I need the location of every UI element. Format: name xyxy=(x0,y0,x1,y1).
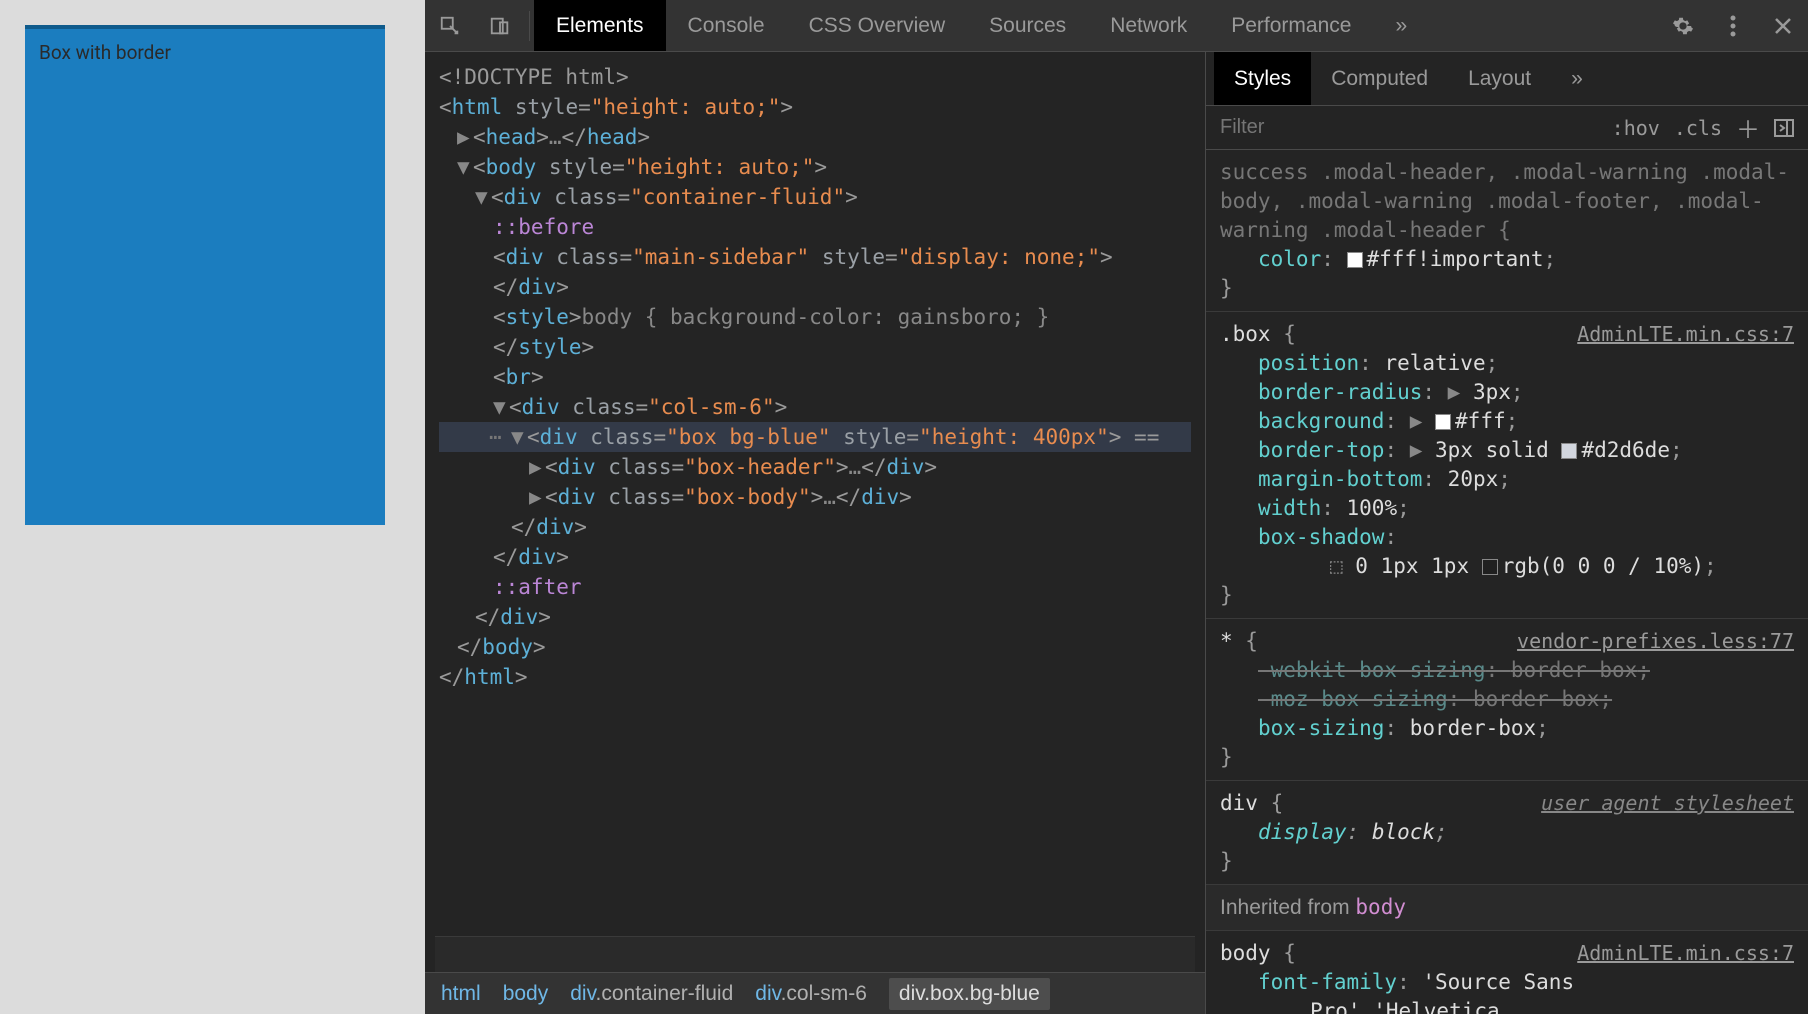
crumb-body[interactable]: body xyxy=(503,982,549,1006)
kebab-menu-icon[interactable] xyxy=(1708,0,1758,52)
styles-filter-bar: :hov .cls ＋ xyxy=(1206,106,1808,150)
sidebar-toggle-icon[interactable] xyxy=(1774,119,1794,137)
inherited-separator: Inherited from body xyxy=(1206,885,1808,931)
expand-icon[interactable]: ▶ xyxy=(529,452,545,482)
dom-node[interactable]: </div> xyxy=(439,272,1191,302)
device-toggle-icon[interactable] xyxy=(475,0,525,52)
styles-tabs-overflow-icon[interactable]: » xyxy=(1551,52,1603,105)
dom-node[interactable]: ▼<body style="height: auto;"> xyxy=(439,152,1191,182)
source-link[interactable]: vendor-prefixes.less:77 xyxy=(1517,627,1794,656)
dom-node[interactable]: ▼<div class="col-sm-6"> xyxy=(439,392,1191,422)
styles-rules[interactable]: success .modal-header, .modal-warning .m… xyxy=(1206,150,1808,1014)
dom-node[interactable]: </html> xyxy=(439,662,1191,692)
tabs-overflow-icon[interactable]: » xyxy=(1373,0,1429,51)
devtools-toolbar: Elements Console CSS Overview Sources Ne… xyxy=(425,0,1808,52)
dom-node[interactable]: </style> xyxy=(439,332,1191,362)
css-rule[interactable]: AdminLTE.min.css:7 body { font-family: '… xyxy=(1206,931,1808,1014)
tab-layout[interactable]: Layout xyxy=(1448,52,1551,105)
preview-box[interactable]: Box with border xyxy=(25,25,385,525)
styles-tabs: Styles Computed Layout » xyxy=(1206,52,1808,106)
tab-network[interactable]: Network xyxy=(1088,0,1209,51)
crumb-box[interactable]: div.box.bg-blue xyxy=(889,978,1050,1010)
styles-filter-input[interactable] xyxy=(1220,116,1598,139)
tab-sources[interactable]: Sources xyxy=(967,0,1088,51)
dom-search-bar[interactable] xyxy=(435,936,1195,972)
expand-icon[interactable]: ▶ xyxy=(457,122,473,152)
tab-elements[interactable]: Elements xyxy=(534,0,666,51)
dom-node[interactable]: </div> xyxy=(439,602,1191,632)
close-icon[interactable] xyxy=(1758,0,1808,52)
styles-panel: Styles Computed Layout » :hov .cls ＋ suc… xyxy=(1205,52,1808,1014)
css-rule[interactable]: vendor-prefixes.less:77 * { -webkit-box-… xyxy=(1206,619,1808,781)
preview-box-header: Box with border xyxy=(25,29,385,76)
new-rule-icon[interactable]: ＋ xyxy=(1736,110,1760,145)
tab-console[interactable]: Console xyxy=(666,0,787,51)
crumb-html[interactable]: html xyxy=(441,982,481,1006)
expand-icon[interactable]: ▶ xyxy=(529,482,545,512)
dom-node[interactable]: </div> xyxy=(439,512,1191,542)
tab-styles[interactable]: Styles xyxy=(1214,52,1311,105)
css-rule[interactable]: AdminLTE.min.css:7 .box { position: rela… xyxy=(1206,312,1808,619)
breadcrumb: html body div.container-fluid div.col-sm… xyxy=(425,972,1205,1014)
dom-pseudo[interactable]: ::after xyxy=(439,572,1191,602)
dom-node[interactable]: ▼<div class="container-fluid"> xyxy=(439,182,1191,212)
inspect-icon[interactable] xyxy=(425,0,475,52)
dom-node[interactable]: <div class="main-sidebar" style="display… xyxy=(439,242,1191,272)
collapse-icon[interactable]: ▼ xyxy=(457,152,473,182)
devtools-window: Elements Console CSS Overview Sources Ne… xyxy=(425,0,1808,1014)
settings-icon[interactable] xyxy=(1658,0,1708,52)
collapse-icon[interactable]: ▼ xyxy=(475,182,491,212)
tab-computed[interactable]: Computed xyxy=(1311,52,1448,105)
dom-node[interactable]: <br> xyxy=(439,362,1191,392)
devtools-tabs: Elements Console CSS Overview Sources Ne… xyxy=(534,0,1429,51)
dom-pseudo[interactable]: ::before xyxy=(439,212,1191,242)
tab-css-overview[interactable]: CSS Overview xyxy=(787,0,968,51)
dom-node[interactable]: <html style="height: auto;"> xyxy=(439,92,1191,122)
source-link[interactable]: AdminLTE.min.css:7 xyxy=(1577,939,1794,968)
dom-node[interactable]: ▶<head>…</head> xyxy=(439,122,1191,152)
dom-node[interactable]: ▶<div class="box-header">…</div> xyxy=(439,452,1191,482)
hov-toggle[interactable]: :hov xyxy=(1612,116,1660,140)
source-link: user agent stylesheet xyxy=(1541,789,1794,818)
crumb-col[interactable]: div.col-sm-6 xyxy=(755,982,867,1006)
dom-tree[interactable]: <!DOCTYPE html> <html style="height: aut… xyxy=(425,52,1205,936)
source-link[interactable]: AdminLTE.min.css:7 xyxy=(1577,320,1794,349)
css-rule[interactable]: success .modal-header, .modal-warning .m… xyxy=(1206,150,1808,312)
collapse-icon[interactable]: ▼ xyxy=(511,422,527,452)
dom-node-selected[interactable]: ⋯▼<div class="box bg-blue" style="height… xyxy=(439,422,1191,452)
css-rule[interactable]: user agent stylesheet div { display: blo… xyxy=(1206,781,1808,885)
dom-node[interactable]: ▶<div class="box-body">…</div> xyxy=(439,482,1191,512)
dom-node[interactable]: <!DOCTYPE html> xyxy=(439,62,1191,92)
crumb-container[interactable]: div.container-fluid xyxy=(570,982,733,1006)
dom-node[interactable]: <style>body { background-color: gainsbor… xyxy=(439,302,1191,332)
tab-performance[interactable]: Performance xyxy=(1209,0,1373,51)
collapse-icon[interactable]: ▼ xyxy=(493,392,509,422)
page-preview: Box with border xyxy=(0,0,425,1014)
elements-dom-panel: <!DOCTYPE html> <html style="height: aut… xyxy=(425,52,1205,1014)
cls-toggle[interactable]: .cls xyxy=(1674,116,1722,140)
more-actions-icon[interactable]: ⋯ xyxy=(489,422,502,452)
dom-node[interactable]: </body> xyxy=(439,632,1191,662)
dom-node[interactable]: </div> xyxy=(439,542,1191,572)
